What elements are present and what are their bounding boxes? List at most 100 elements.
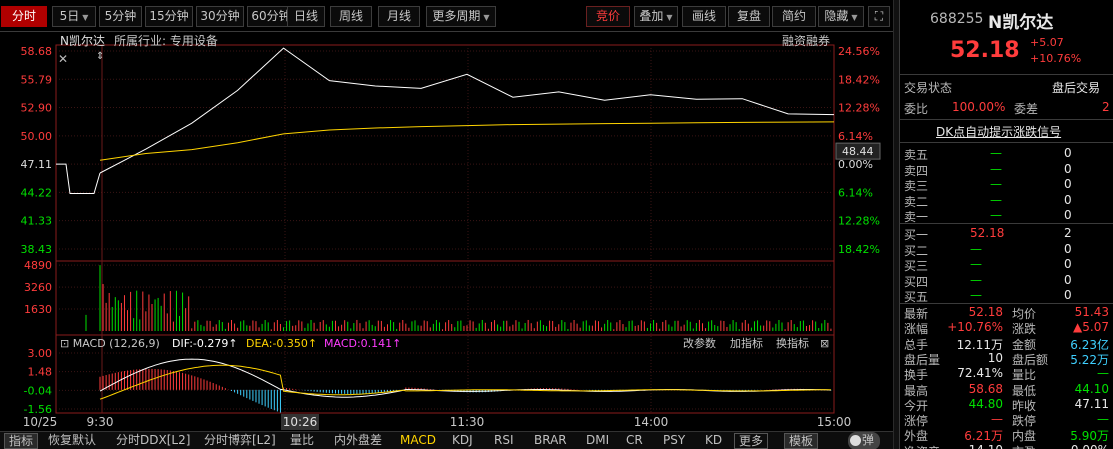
indicator-tab-item[interactable]: 指标 <box>4 433 39 449</box>
indicator-tab-item[interactable]: 量比 <box>290 432 314 449</box>
indicator-tab-l2[interactable]: 分时博弈[L2] <box>204 432 276 449</box>
indicator-tab-item[interactable]: 恢复默认 <box>48 432 96 449</box>
chevron-down-icon: ▼ <box>483 13 490 22</box>
indicator-tab-kd[interactable]: KD <box>705 432 722 449</box>
cursor-price: 48.44 <box>842 145 874 158</box>
edit-params-link[interactable]: 改参数 <box>683 336 716 350</box>
indicator-tab-ddx-l2[interactable]: 分时DDX[L2] <box>116 432 190 449</box>
period-daily-button[interactable]: 日线 <box>287 6 325 27</box>
add-indicator-link[interactable]: 加指标 <box>730 336 763 350</box>
margin-trading-label[interactable]: 融资融券 <box>782 33 830 48</box>
period-intraday-label: 分时 <box>11 9 36 23</box>
stat-value: 0.00% <box>1071 443 1109 449</box>
stat-value: 14.10 <box>969 443 1003 449</box>
macd-tick-label: 3.00 <box>28 347 53 360</box>
stat-value: — <box>1097 412 1109 427</box>
period-more-label: 更多周期 <box>432 9 481 23</box>
simple-button[interactable]: 简约 <box>772 6 816 27</box>
close-icon[interactable]: ⊠ <box>820 337 829 350</box>
auction-label: 竞价 <box>595 9 620 23</box>
indicator-tab-brar[interactable]: BRAR <box>534 432 567 449</box>
last-price: 52.18 <box>950 38 1020 63</box>
ask-price: — <box>990 192 1002 207</box>
indicator-tab-kdj[interactable]: KDJ <box>452 432 473 449</box>
bid-level-label: 买一 <box>904 228 929 242</box>
chart-stock-name: N凯尔达 <box>60 33 105 48</box>
stat-value: 44.10 <box>1074 381 1109 396</box>
pct-tick-label: 24.56% <box>838 45 880 58</box>
indicator-tab-macd[interactable]: MACD <box>400 432 436 449</box>
bid-price: 52.18 <box>970 226 1005 240</box>
bid-level-label: 买二 <box>904 243 929 258</box>
simple-label: 简约 <box>781 9 806 23</box>
time-tick-label: 11:30 <box>450 415 485 429</box>
order-diff-value: 2 <box>1102 100 1110 114</box>
replay-label: 复盘 <box>736 9 761 23</box>
toggle-knob-icon <box>850 435 861 446</box>
draw-button[interactable]: 画线 <box>682 6 726 27</box>
indicator-tab-item[interactable]: 更多 <box>734 433 769 449</box>
bid-volume: 0 <box>1064 241 1072 256</box>
stat-value: 10 <box>987 350 1003 365</box>
bid-volume: 0 <box>1064 272 1072 287</box>
indicator-tab-popup[interactable]: 弹 <box>848 432 881 449</box>
chevron-down-icon: ▼ <box>666 13 673 22</box>
period-more-button[interactable]: 更多周期 ▼ <box>426 6 496 27</box>
indicator-tab-dmi[interactable]: DMI <box>586 432 609 449</box>
orderbook-divider <box>900 223 1113 224</box>
order-ratio-value: 100.00% <box>952 100 1006 114</box>
ask-volume: 0 <box>1064 161 1072 176</box>
fullscreen-icon[interactable]: ⛶ <box>868 6 890 27</box>
indicator-tab-rsi[interactable]: RSI <box>494 432 514 449</box>
period-15min-button[interactable]: 15分钟 <box>145 6 193 27</box>
bid-price: — <box>970 241 982 256</box>
pct-tick-label: 12.28% <box>838 215 880 228</box>
switch-indicator-link[interactable]: 换指标 <box>776 336 809 350</box>
volume-tick-label: 3260 <box>24 281 52 294</box>
indicator-tab-psy[interactable]: PSY <box>663 432 685 449</box>
macd-tick-label: 1.48 <box>28 366 53 379</box>
auction-button[interactable]: 竞价 <box>586 6 630 27</box>
time-tick-label: 14:00 <box>634 415 669 429</box>
chart-toolbar: 分时 5日 ▼ 5分钟 15分钟 30分钟 60分钟 日线 周线 月线 更多周期 ▼ 竞价 叠加 ▼ 画线 复盘… <box>0 0 893 32</box>
period-30min-button[interactable]: 30分钟 <box>196 6 244 27</box>
price-tick-label: 52.90 <box>21 102 53 115</box>
quote-panel: 688255 N凯尔达 52.18 +5.07 +10.76% 交易状态 盘后交… <box>899 0 1113 449</box>
chart-svg[interactable]: N凯尔达 所属行业: 专用设备 融资融券 ✕ 58.68 55.79 52.90 50.00 4… <box>0 33 893 431</box>
stat-value: — <box>1097 366 1109 381</box>
overlay-button[interactable]: 叠加 ▼ <box>634 6 678 27</box>
price-line <box>99 47 835 174</box>
ask-volume: 0 <box>1064 146 1072 160</box>
indicator-tab-item[interactable]: 内外盘差 <box>334 432 382 449</box>
ask-volume: 0 <box>1064 192 1072 207</box>
period-5day-button[interactable]: 5日 ▼ <box>52 6 96 27</box>
dk-signal-link[interactable]: DK点自动提示涨跌信号 <box>936 123 1061 140</box>
period-5min-label: 5分钟 <box>104 9 137 23</box>
chart-frame <box>55 44 835 414</box>
stock-name: N凯尔达 <box>988 13 1054 33</box>
indicator-tab-cr[interactable]: CR <box>626 432 643 449</box>
bid-volume: 2 <box>1064 226 1072 240</box>
close-icon[interactable]: ✕ <box>58 52 68 66</box>
order-ratio-label: 委比 <box>904 102 929 116</box>
stat-value: 58.68 <box>968 381 1003 396</box>
overlay-label: 叠加 <box>639 9 664 23</box>
price-tick-label: 50.00 <box>21 130 53 143</box>
period-weekly-button[interactable]: 周线 <box>330 6 372 27</box>
price-tick-label: 44.22 <box>21 186 53 199</box>
intraday-chart[interactable]: N凯尔达 所属行业: 专用设备 融资融券 ✕ 58.68 55.79 52.90 50.00 4… <box>0 33 893 431</box>
replay-button[interactable]: 复盘 <box>728 6 770 27</box>
indicator-tab-item[interactable]: 模板 <box>784 433 819 449</box>
stat-value: — <box>991 412 1003 427</box>
chart-industry: 所属行业: 专用设备 <box>114 33 218 48</box>
period-monthly-button[interactable]: 月线 <box>378 6 420 27</box>
period-intraday-button[interactable]: 分时 <box>1 6 47 27</box>
pct-tick-label: 18.42% <box>838 243 880 256</box>
stat-value: 52.18 <box>968 305 1003 319</box>
order-diff-label: 委差 <box>1014 102 1039 116</box>
stat-label: 净资产 <box>904 443 940 449</box>
hide-button[interactable]: 隐藏 ▼ <box>818 6 864 27</box>
period-5min-button[interactable]: 5分钟 <box>99 6 142 27</box>
preopen-line <box>56 163 101 195</box>
bid-volume: 0 <box>1064 257 1072 272</box>
